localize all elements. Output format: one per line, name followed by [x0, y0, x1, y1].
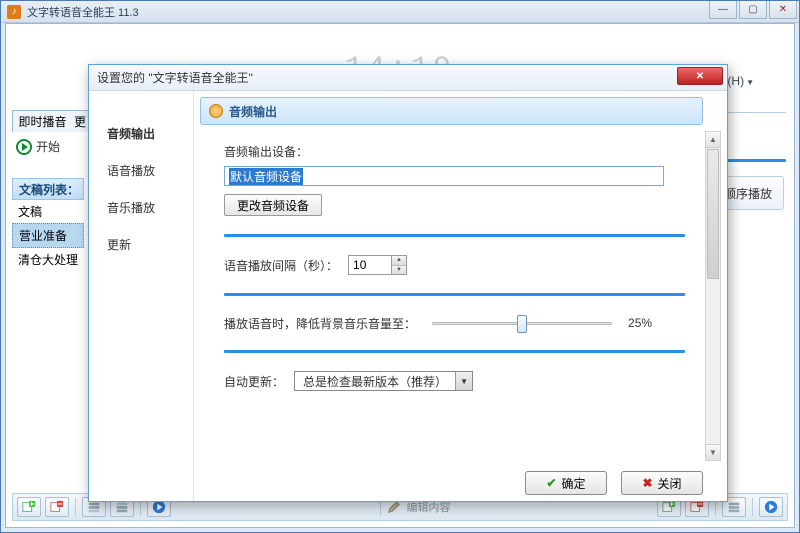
doclist-item[interactable]: 营业准备: [12, 223, 84, 248]
tab-instant-play[interactable]: 即时播音: [12, 110, 72, 132]
audio-device-input[interactable]: 默认音频设备: [224, 166, 664, 186]
scroll-thumb[interactable]: [707, 149, 719, 279]
scroll-down-button[interactable]: ▼: [706, 444, 720, 460]
dialog-nav: 音频输出 语音播放 音乐播放 更新: [89, 91, 193, 501]
app-window: ♪ 文字转语音全能王 11.3 — ▢ ✕ 14:19 助(H)▼ 顺序播放 即…: [0, 0, 800, 533]
divider: [224, 293, 685, 296]
doclist-header: 文稿列表：: [12, 178, 84, 200]
dialog-close-button[interactable]: [677, 67, 723, 85]
slider-knob[interactable]: [517, 315, 527, 333]
doclist-item[interactable]: 文稿: [12, 200, 84, 223]
interval-input[interactable]: [349, 256, 391, 274]
dialog-title: 设置您的 "文字转语音全能王": [97, 69, 253, 86]
section-title: 音频输出: [200, 97, 703, 125]
settings-dialog: 设置您的 "文字转语音全能王" 音频输出 语音播放 音乐播放 更新 音频输出: [88, 64, 728, 502]
dialog-content: 音频输出设备： 默认音频设备 更改音频设备 语音播放间隔（秒）：: [200, 131, 703, 461]
app-logo-icon: ♪: [7, 5, 21, 19]
spinner-up-button[interactable]: ▲: [392, 256, 406, 266]
check-icon: ✔: [546, 476, 556, 490]
toolbar-separator: [75, 498, 76, 516]
bg-volume-value: 25%: [628, 316, 652, 330]
ok-button[interactable]: ✔ 确定: [525, 471, 607, 495]
scroll-up-button[interactable]: ▲: [706, 132, 720, 148]
auto-update-combo[interactable]: 总是检查最新版本（推荐） ▼: [294, 371, 473, 391]
window-minimize-button[interactable]: —: [709, 1, 737, 19]
play-icon: [16, 139, 32, 155]
start-button[interactable]: 开始: [16, 138, 60, 155]
dialog-titlebar[interactable]: 设置您的 "文字转语音全能王": [89, 65, 727, 91]
close-icon: ✖: [642, 476, 652, 490]
chevron-down-icon[interactable]: ▼: [455, 372, 472, 390]
dialog-scrollbar[interactable]: ▲ ▼: [705, 131, 721, 461]
window-maximize-button[interactable]: ▢: [739, 1, 767, 19]
bg-volume-slider[interactable]: [432, 314, 612, 332]
nav-audio-output[interactable]: 音频输出: [89, 115, 193, 152]
toolbar-separator: [752, 498, 753, 516]
interval-label: 语音播放间隔（秒）：: [224, 257, 338, 274]
close-button[interactable]: ✖ 关闭: [621, 471, 703, 495]
bg-volume-label: 播放语音时，降低背景音乐音量至：: [224, 315, 416, 332]
window-close-button[interactable]: ✕: [769, 1, 797, 19]
dropdown-icon: ▼: [746, 78, 754, 87]
spinner-down-button[interactable]: ▼: [392, 266, 406, 275]
change-device-button[interactable]: 更改音频设备: [224, 194, 322, 216]
doclist: 文稿 营业准备 清仓大处理: [12, 200, 84, 271]
nav-update[interactable]: 更新: [89, 226, 193, 263]
window-titlebar[interactable]: ♪ 文字转语音全能王 11.3 — ▢ ✕: [1, 1, 799, 23]
nav-voice-play[interactable]: 语音播放: [89, 152, 193, 189]
nav-music-play[interactable]: 音乐播放: [89, 189, 193, 226]
pencil-icon: [387, 500, 401, 514]
toolbar-add-button[interactable]: [17, 497, 41, 517]
auto-update-label: 自动更新：: [224, 373, 284, 390]
divider: [224, 234, 685, 237]
device-label: 音频输出设备：: [224, 143, 685, 160]
interval-spinner[interactable]: ▲ ▼: [348, 255, 407, 275]
app-body: 14:19 助(H)▼ 顺序播放 即时播音 更 开始 文稿列表： 文稿 营业准备…: [5, 23, 795, 528]
divider: [224, 350, 685, 353]
toolbar-remove-button[interactable]: [45, 497, 69, 517]
window-title: 文字转语音全能王 11.3: [27, 4, 139, 20]
doclist-item[interactable]: 清仓大处理: [12, 248, 84, 271]
speaker-icon: [209, 104, 223, 118]
toolbar-play-button-2[interactable]: [759, 497, 783, 517]
